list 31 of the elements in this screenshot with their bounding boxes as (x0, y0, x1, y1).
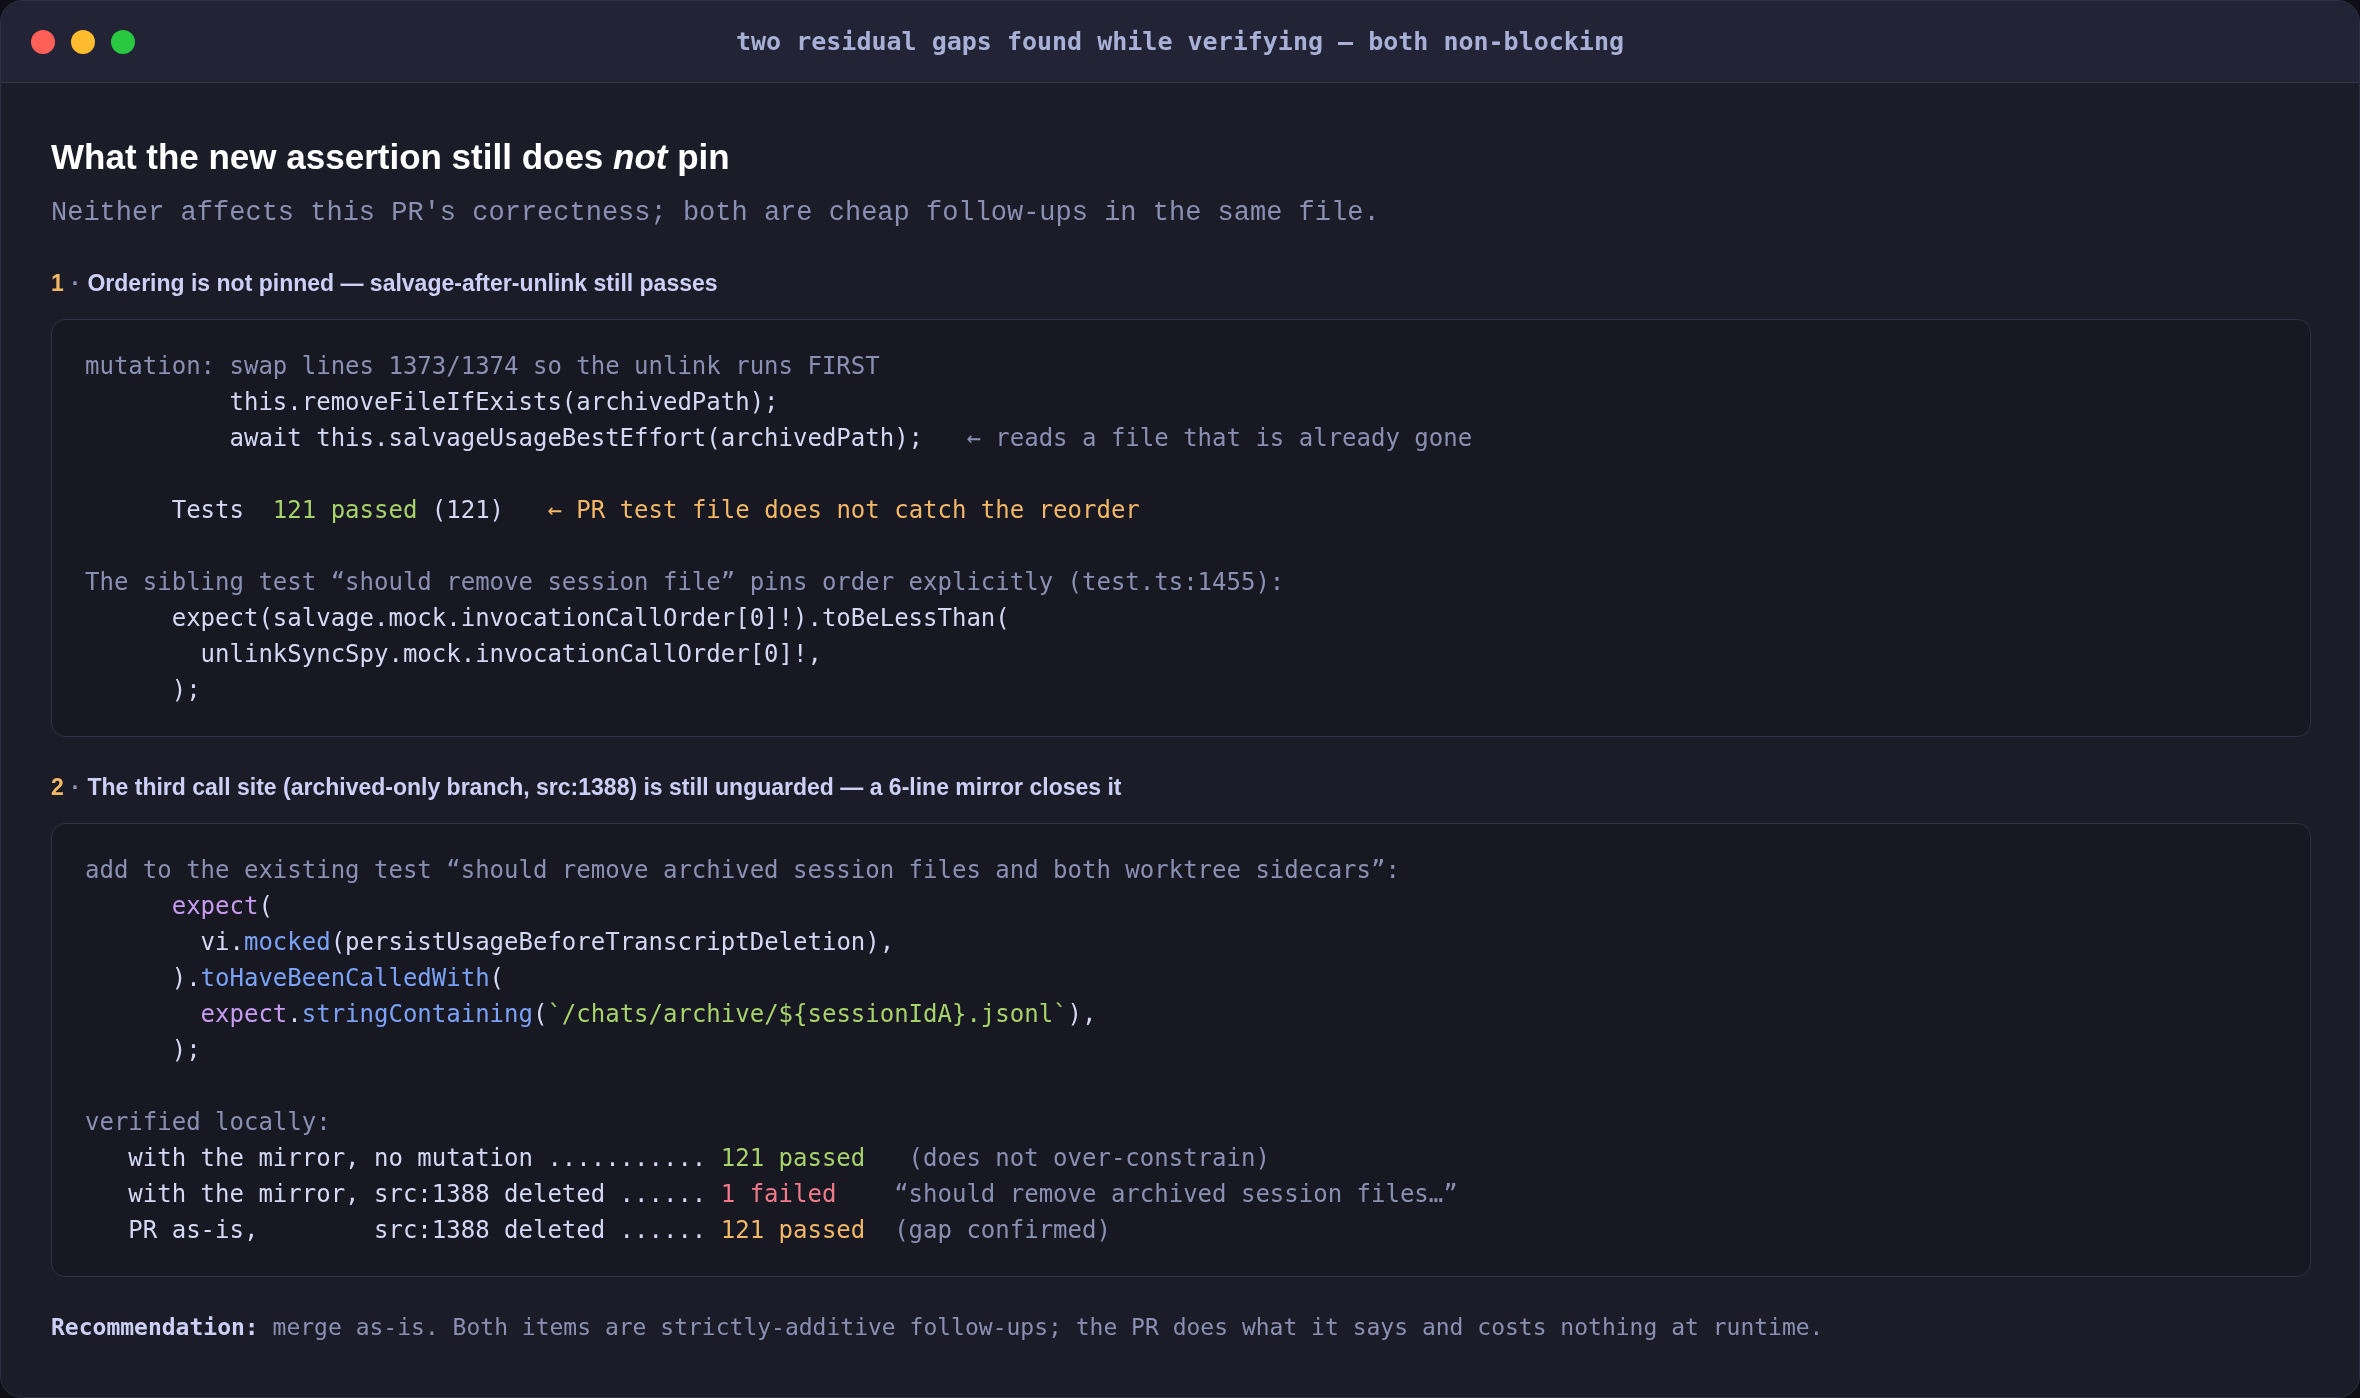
code-line: expect.stringContaining(`/chats/archive/${sessionIdA}.jsonl`), (199, 999, 1098, 1030)
code-line: ); (170, 675, 202, 706)
code-line: ); (170, 1035, 202, 1066)
separator: · (71, 773, 80, 802)
code-line: mutation: swap lines 1373/1374 so the unlink runs FIRST (85, 351, 881, 382)
close-button[interactable] (31, 30, 55, 54)
code-line: unlinkSyncSpy.mock.invocationCallOrder[0]!, (199, 639, 823, 670)
minimize-button[interactable] (71, 30, 95, 54)
window-title: two residual gaps found while verifying — both non-blocking (736, 25, 1624, 58)
code-line: add to the existing test “should remove archived session files and both worktree sidecars”: (85, 855, 1401, 886)
subtitle: Neither affects this PR's correctness; both are cheap follow-ups in the same file. (51, 197, 1381, 230)
code-line: PR as-is, src:1388 deleted ...... 121 passed (gap confirmed) (127, 1215, 1112, 1246)
code-line: verified locally: (85, 1107, 332, 1138)
section-number: 2 (51, 773, 64, 802)
code-line: vi.mocked(persistUsageBeforeTranscriptDeletion), (199, 927, 896, 958)
section-title: Ordering is not pinned — salvage-after-unlink still passes (87, 269, 718, 298)
maximize-button[interactable] (111, 30, 135, 54)
code-line: The sibling test “should remove session file” pins order explicitly (test.ts:1455): (85, 567, 1286, 598)
code-line: ).toHaveBeenCalledWith( (170, 963, 506, 994)
heading: What the new assertion still does not pin (51, 136, 731, 178)
code-line: expect( (170, 891, 274, 922)
code-line: with the mirror, no mutation ........... 121 passed (does not over-constrain) (127, 1143, 1271, 1174)
code-line: this.removeFileIfExists(archivedPath); (228, 387, 780, 418)
section-title: The third call site (archived-only branch, src:1388) is still unguarded — a 6-line mirror closes it (87, 773, 1122, 802)
code-line: await this.salvageUsageBestEffort(archivedPath); ← reads a file that is already gone (228, 423, 1474, 454)
code-line: Tests 121 passed (121) ← PR test file does not catch the reorder (170, 495, 1141, 526)
section-number: 1 (51, 269, 64, 298)
recommendation: Recommendation: merge as-is. Both items are strictly-additive follow-ups; the PR does what it says and costs nothing at runtime. (51, 1313, 1825, 1342)
code-line: with the mirror, src:1388 deleted ...... 1 failed “should remove archived session files…” (127, 1179, 1459, 1210)
code-line: expect(salvage.mock.invocationCallOrder[0]!).toBeLessThan( (170, 603, 1011, 634)
separator: · (71, 269, 80, 298)
